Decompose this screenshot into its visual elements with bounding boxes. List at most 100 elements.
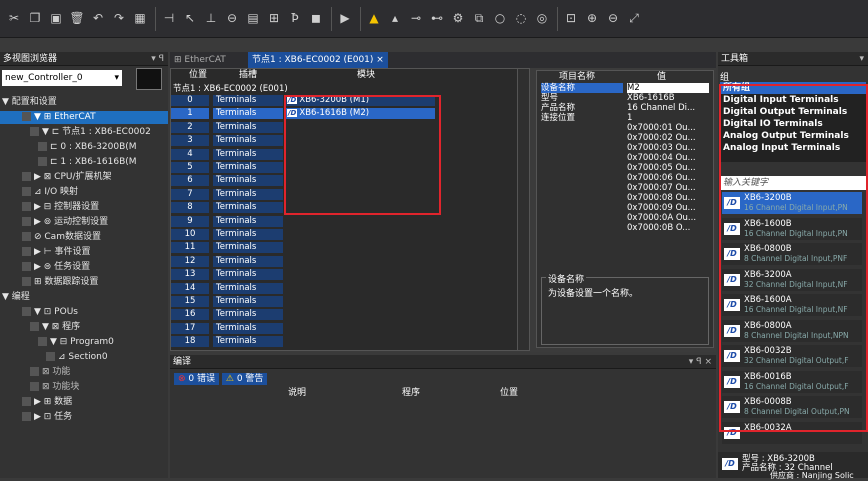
undo-icon[interactable]: ↶ [90,10,106,26]
tree-item[interactable]: ▶ ⊢ 事件设置 [0,246,168,259]
property-row[interactable]: 0x7000:07 Ou... [541,183,709,193]
cycle2-icon[interactable]: ◌ [513,10,529,26]
cell-module[interactable] [285,296,435,307]
pin-icon[interactable]: ▾ ꟼ [151,52,164,66]
close-icon[interactable]: × [376,55,384,65]
block-icon[interactable]: ▤ [245,10,261,26]
cell-module[interactable] [285,229,435,240]
tree-item[interactable]: ▼ ⊠ 程序 [0,321,168,334]
property-row[interactable]: 0x7000:04 Ou... [541,153,709,163]
tree-item-label: ▼ ⊏ 节点1 : XB6-EC0002 [42,127,151,137]
network-icon[interactable]: ⊞ [266,10,282,26]
tree-item[interactable]: ▶ ⊡ 任务 [0,411,168,424]
frame-icon[interactable]: ⊡ [563,10,579,26]
property-row[interactable]: 型号 XB6-1616B [541,93,709,103]
tree-item[interactable]: ▼ ⊟ Program0 [0,336,168,349]
controller-select[interactable]: new_Controller_0 ▾ [2,70,122,86]
cut-icon[interactable]: ✂ [6,10,22,26]
link-icon[interactable]: ⊸ [408,10,424,26]
property-row[interactable]: 连接位置 1 [541,113,709,123]
stop-icon[interactable]: ◼ [308,10,324,26]
settings-icon[interactable]: ⚙ [450,10,466,26]
grid-icon[interactable]: ▦ [132,10,148,26]
tree-item[interactable]: ▶ ⊞ 数据 [0,396,168,409]
tree-item[interactable]: ▼ ⊞ EtherCAT [0,111,168,124]
ladder-icon[interactable]: ⊣ [161,10,177,26]
property-row[interactable]: 设备名称 M2 [541,83,709,93]
tree-item[interactable]: ⊿ I/O 映射 [0,186,168,199]
cell-module[interactable] [285,336,435,347]
tab-ethercat[interactable]: ⊞ EtherCAT [170,52,230,68]
table-row[interactable]: 18 Terminals [171,336,511,348]
warn-icon[interactable]: ▲ [366,10,382,26]
cursor-icon[interactable]: ↖ [182,10,198,26]
tree-item[interactable]: ▼ ⊏ 节点1 : XB6-EC0002 [0,126,168,139]
tab-node1[interactable]: 节点1 : XB6-EC0002 (E001) × [248,52,388,68]
property-row[interactable]: 0x7000:02 Ou... [541,133,709,143]
tree-item[interactable]: ▼ ⊡ POUs [0,306,168,319]
property-row[interactable]: 0x7000:09 Ou... [541,203,709,213]
table-row[interactable]: 9 Terminals [171,215,511,227]
delete-icon[interactable]: 🗑 [69,10,85,26]
tree-item[interactable]: ⊏ 1 : XB6-1616B(M [0,156,168,169]
fit-icon[interactable]: ⤢ [626,10,642,26]
property-row[interactable]: 产品名称 16 Channel Di... [541,103,709,113]
warnings-filter[interactable]: ⚠ 0 警告 [221,373,268,385]
cell-module[interactable] [285,323,435,334]
errors-filter[interactable]: ⊗ 0 错误 [174,373,219,385]
link2-icon[interactable]: ⊷ [429,10,445,26]
tree-item[interactable]: ▶ ⊠ CPU/扩展机架 [0,171,168,184]
paste-icon[interactable]: ▣ [48,10,64,26]
property-row[interactable]: 0x7000:0B O... [541,223,709,233]
cell-module[interactable] [285,256,435,267]
pin-icon[interactable]: ▾ [859,52,864,66]
cell-module[interactable] [285,283,435,294]
property-row[interactable]: 0x7000:03 Ou... [541,143,709,153]
table-row[interactable]: 12 Terminals [171,255,511,267]
table-row[interactable]: 11 Terminals [171,242,511,254]
tree-item[interactable]: ⊠ 功能块 [0,381,168,394]
tree-item[interactable]: ⊠ 功能 [0,366,168,379]
table-row[interactable]: 15 Terminals [171,296,511,307]
property-row[interactable]: 0x7000:06 Ou... [541,173,709,183]
property-row[interactable]: 0x7000:08 Ou... [541,193,709,203]
zoom-in-icon[interactable]: ⊕ [584,10,600,26]
table-row[interactable]: 10 Terminals [171,229,511,240]
grid-scrollbar[interactable] [517,69,529,350]
property-row[interactable]: 0x7000:01 Ou... [541,123,709,133]
tree-item[interactable]: ▶ ⊚ 运动控制设置 [0,216,168,229]
tree-item[interactable]: ▶ ⊟ 控制器设置 [0,201,168,214]
coil-icon[interactable]: ⊖ [224,10,240,26]
tree-item[interactable]: ⊘ Cam数据设置 [0,231,168,244]
find-icon[interactable]: Ꝥ [287,10,303,26]
table-row[interactable]: 14 Terminals [171,282,511,294]
property-row[interactable]: 0x7000:0A Ou... [541,213,709,223]
redo-icon[interactable]: ↷ [111,10,127,26]
controller-status-icon[interactable] [136,68,162,90]
property-value[interactable]: M2 [627,83,709,93]
cell-module[interactable] [285,309,435,320]
cell-module[interactable] [285,269,435,280]
property-row[interactable]: 0x7000:05 Ou... [541,163,709,173]
copy-icon[interactable]: ❐ [27,10,43,26]
tree-item[interactable]: ▶ ⊜ 任务设置 [0,261,168,274]
table-row[interactable]: 17 Terminals [171,322,511,334]
tree-item[interactable]: ▼ 编程 [0,291,168,304]
zoom-out-icon[interactable]: ⊖ [605,10,621,26]
cell-module[interactable] [285,242,435,253]
cell-module[interactable] [285,216,435,227]
warn2-icon[interactable]: ▴ [387,10,403,26]
tree-item[interactable]: ⊞ 数据跟踪设置 [0,276,168,289]
table-row[interactable]: 16 Terminals [171,309,511,321]
contact-icon[interactable]: ⊥ [203,10,219,26]
tree-item[interactable]: ⊿ Section0 [0,351,168,364]
copy2-icon[interactable]: ⧉ [471,10,487,26]
cycle-icon[interactable]: ○ [492,10,508,26]
run-icon[interactable]: ▶ [337,10,353,26]
tree-gutter-icon [30,322,39,331]
tree-item[interactable]: ⊏ 0 : XB6-3200B(M [0,141,168,154]
table-row[interactable]: 13 Terminals [171,269,511,281]
tree-item[interactable]: ▼ 配置和设置 [0,96,168,109]
pin-icon[interactable]: ▾ ꟼ × [689,355,712,369]
cycle3-icon[interactable]: ◎ [534,10,550,26]
